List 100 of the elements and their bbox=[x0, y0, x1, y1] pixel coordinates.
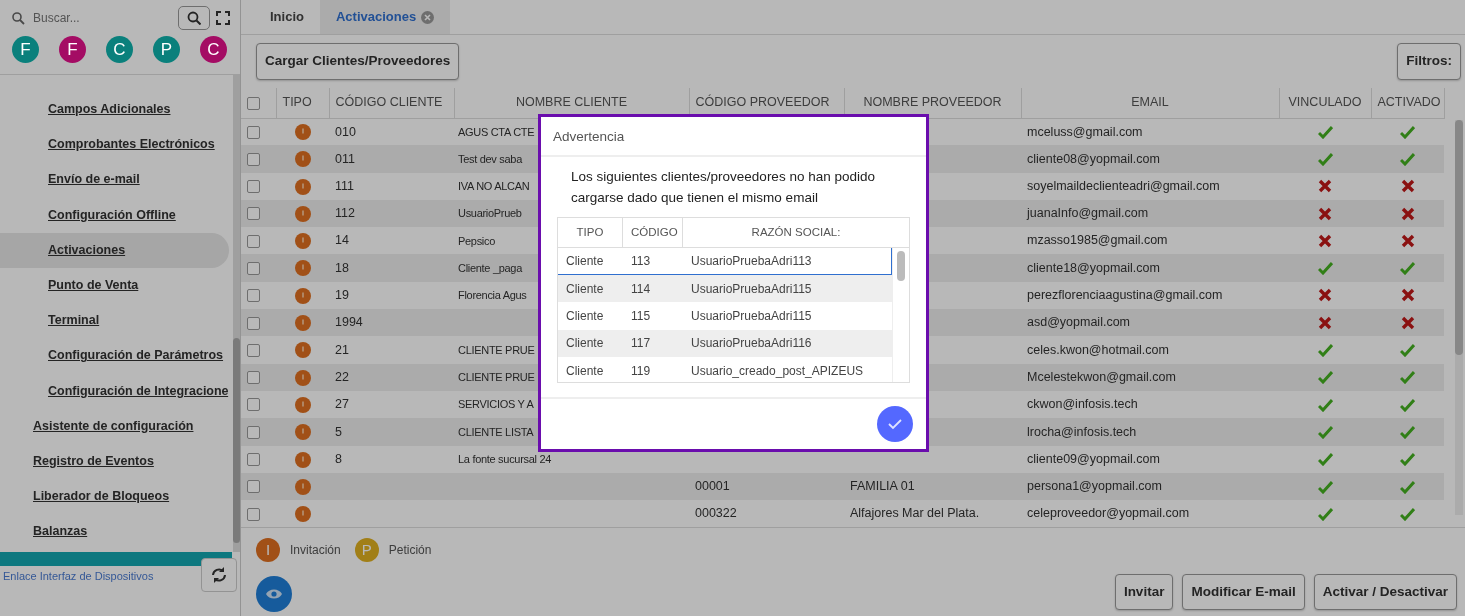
sidebar-item[interactable]: Campos Adicionales bbox=[0, 92, 229, 128]
row-checkbox[interactable] bbox=[247, 343, 260, 357]
column-header[interactable]: RAZÓN SOCIAL: bbox=[683, 217, 909, 248]
column-header[interactable]: VINCULADO bbox=[1288, 95, 1362, 110]
legend-label: Petición bbox=[388, 542, 432, 560]
sidebar-item[interactable]: Balanzas bbox=[0, 514, 229, 550]
refresh-icon bbox=[210, 566, 228, 584]
sidebar-item[interactable]: Comprobantes Electrónicos bbox=[0, 127, 229, 163]
table-cell: SERVICIOS Y A bbox=[458, 398, 534, 411]
avatar[interactable]: F bbox=[12, 36, 39, 63]
fullscreen-icon[interactable] bbox=[216, 11, 230, 25]
link[interactable]: Enlace Interfaz de Dispositivos bbox=[3, 568, 154, 585]
table-cell: 19 bbox=[335, 288, 349, 303]
search-icon bbox=[12, 11, 25, 25]
column-header[interactable]: TIPO bbox=[558, 217, 623, 248]
row-checkbox[interactable] bbox=[247, 425, 260, 439]
table-cell: 22 bbox=[335, 369, 349, 384]
table-cell: CLIENTE PRUE bbox=[458, 371, 535, 384]
row-checkbox[interactable] bbox=[247, 371, 260, 385]
refresh-button[interactable] bbox=[201, 558, 237, 592]
select-all-checkbox[interactable] bbox=[247, 96, 260, 110]
table-cell: 000322 bbox=[695, 506, 737, 521]
table-cell: 14 bbox=[335, 233, 349, 248]
scrollbar-thumb[interactable] bbox=[897, 250, 905, 281]
row-checkbox[interactable] bbox=[247, 152, 260, 166]
close-icon[interactable] bbox=[421, 10, 435, 24]
row-checkbox[interactable] bbox=[247, 398, 260, 412]
table-cell: Mcelestekwon@gmail.com bbox=[1027, 369, 1176, 384]
row-checkbox[interactable] bbox=[247, 507, 260, 521]
legend-badge: I bbox=[256, 538, 280, 563]
table-cell: AGUS CTA CTE bbox=[458, 125, 535, 138]
table-cell: persona1@yopmail.com bbox=[1027, 479, 1162, 494]
row-checkbox[interactable] bbox=[247, 453, 260, 467]
list-row[interactable]: Cliente 115 UsuarioPruebaAdri115 bbox=[558, 302, 892, 330]
table-cell: Pepsico bbox=[458, 234, 496, 247]
eye-icon bbox=[265, 587, 283, 601]
sidebar-item[interactable]: Registro de Eventos bbox=[0, 443, 229, 480]
table-cell: cliente09@yopmail.com bbox=[1027, 451, 1160, 466]
table-cell: CLIENTE LISTA bbox=[458, 425, 534, 438]
table-cell: mceluss@gmail.com bbox=[1027, 124, 1143, 139]
action-button[interactable]: Modificar E-mail bbox=[1182, 573, 1305, 610]
search-field[interactable]: Buscar... bbox=[31, 8, 151, 28]
table-cell: 1994 bbox=[335, 315, 363, 330]
sidebar-item[interactable]: Asistente de configuración bbox=[0, 408, 229, 444]
action-button[interactable]: Activar / Desactivar bbox=[1313, 573, 1457, 610]
load-button[interactable]: Cargar Clientes/Proveedores bbox=[256, 43, 460, 80]
row-checkbox[interactable] bbox=[247, 234, 260, 248]
table-cell: lrocha@infosis.tech bbox=[1027, 424, 1137, 439]
row-checkbox[interactable] bbox=[247, 480, 260, 494]
scrollbar-thumb[interactable] bbox=[1455, 120, 1463, 355]
column-header[interactable]: CÓDIGO CLIENTE bbox=[335, 95, 443, 110]
table-cell: asd@yopmail.com bbox=[1027, 315, 1130, 330]
sidebar-item[interactable]: Configuración de Integracione bbox=[0, 373, 229, 409]
column-header[interactable]: TIPO bbox=[282, 95, 312, 110]
sidebar-item[interactable]: Configuración de Parámetros bbox=[0, 338, 229, 374]
sidebar-item[interactable]: Activaciones bbox=[0, 232, 229, 268]
column-header[interactable]: NOMBRE CLIENTE bbox=[515, 95, 628, 110]
column-header[interactable]: ACTIVADO bbox=[1377, 95, 1441, 110]
sidebar-item[interactable]: Configuración Offline bbox=[0, 197, 229, 233]
view-button[interactable] bbox=[256, 576, 292, 612]
dialog-message: Los siguientes clientes/proveedores no han podido cargarse dado que tienen el mismo email bbox=[570, 168, 876, 207]
column-header[interactable]: EMAIL bbox=[1131, 95, 1169, 110]
confirm-button[interactable] bbox=[877, 406, 913, 442]
avatar[interactable]: C bbox=[106, 36, 133, 63]
column-header[interactable]: NOMBRE PROVEEDOR bbox=[863, 95, 1002, 110]
avatar[interactable]: C bbox=[200, 36, 227, 63]
table-cell: 5 bbox=[335, 424, 342, 439]
table-cell: Test dev saba bbox=[458, 152, 522, 165]
table-cell: 112 bbox=[335, 206, 355, 221]
row-checkbox[interactable] bbox=[247, 316, 260, 330]
row-checkbox[interactable] bbox=[247, 125, 260, 139]
scrollbar-thumb[interactable] bbox=[233, 338, 240, 543]
list-row[interactable]: Cliente 114 UsuarioPruebaAdri115 bbox=[558, 275, 892, 303]
search-button[interactable] bbox=[178, 6, 210, 30]
sidebar-item[interactable]: Envío de e-mail bbox=[0, 162, 229, 198]
row-checkbox[interactable] bbox=[247, 261, 260, 275]
table-cell: Cliente _paga bbox=[458, 261, 522, 274]
table-cell: 21 bbox=[335, 342, 349, 357]
table-cell: 18 bbox=[335, 260, 349, 275]
row-checkbox[interactable] bbox=[247, 180, 260, 194]
filter-button[interactable]: Filtros: bbox=[1397, 43, 1461, 80]
table-cell: soyelmaildeclienteadri@gmail.com bbox=[1027, 178, 1220, 193]
table-cell: celes.kwon@hotmail.com bbox=[1027, 342, 1169, 357]
table-cell: FAMILIA 01 bbox=[850, 479, 915, 494]
action-button[interactable]: Invitar bbox=[1114, 573, 1174, 610]
row-checkbox[interactable] bbox=[247, 289, 260, 303]
table-cell: CLIENTE PRUE bbox=[458, 343, 535, 356]
sidebar-item[interactable]: Liberador de Bloqueos bbox=[0, 479, 229, 515]
avatar[interactable]: P bbox=[153, 36, 180, 63]
list-row[interactable]: Cliente 117 UsuarioPruebaAdri116 bbox=[558, 329, 892, 358]
sidebar-item[interactable]: Terminal bbox=[0, 303, 229, 339]
avatar[interactable]: F bbox=[59, 36, 86, 63]
table-cell: ckwon@infosis.tech bbox=[1027, 397, 1138, 412]
list-row[interactable]: Cliente 119 Usuario_creado_post_APIZEUS bbox=[558, 357, 892, 382]
tab[interactable]: Inicio bbox=[254, 0, 320, 34]
column-header[interactable]: CÓDIGO bbox=[623, 217, 683, 248]
row-checkbox[interactable] bbox=[247, 207, 260, 221]
table-cell: 00001 bbox=[695, 479, 730, 494]
column-header[interactable]: CÓDIGO PROVEEDOR bbox=[695, 95, 830, 110]
dialog-title: Advertencia bbox=[541, 117, 926, 157]
